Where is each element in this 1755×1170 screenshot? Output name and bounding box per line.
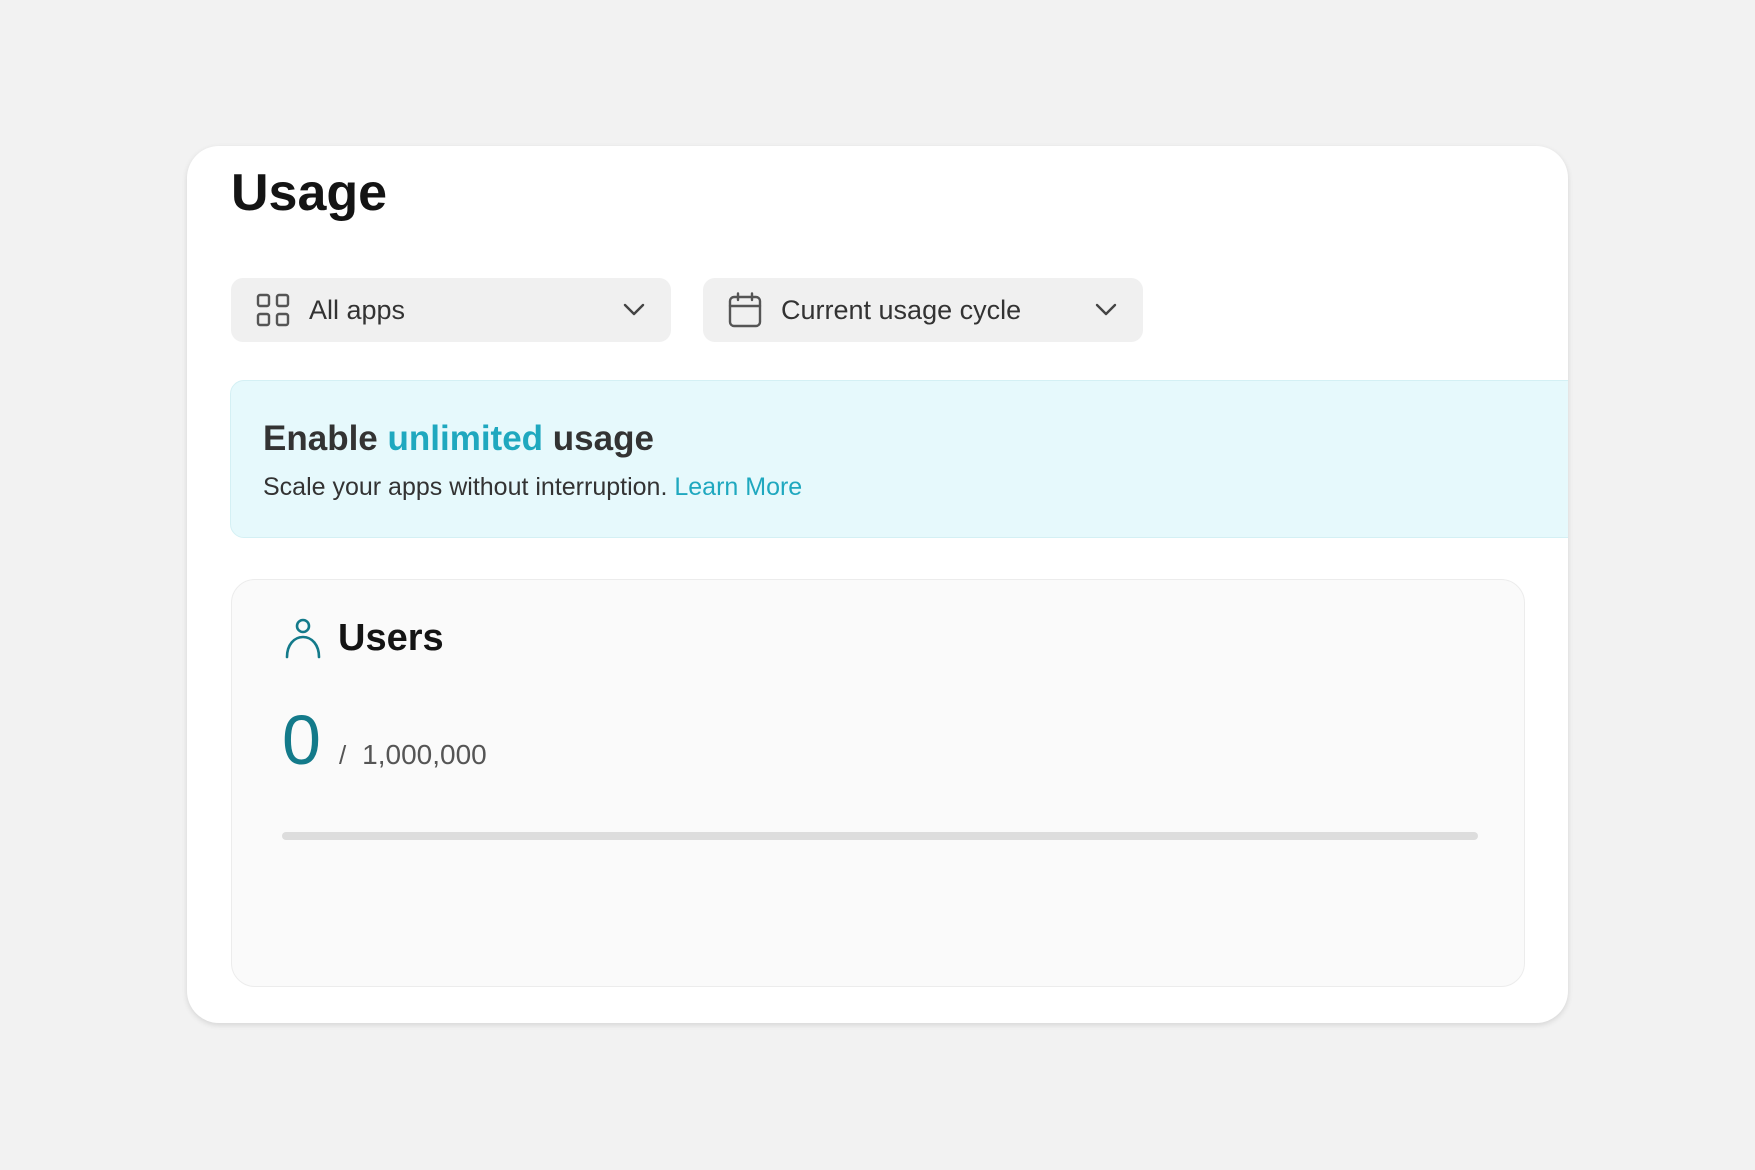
users-limit: 1,000,000 (362, 739, 487, 770)
banner-heading-prefix: Enable (263, 419, 378, 458)
user-icon (284, 616, 324, 660)
users-current-count: 0 (282, 701, 321, 779)
apps-filter-label: All apps (309, 294, 406, 325)
banner-heading-suffix: usage (552, 419, 654, 458)
banner-text: Scale your apps without interruption. Le… (263, 473, 802, 502)
unlimited-usage-banner: Enable unlimited usage Scale your apps w… (230, 380, 1568, 538)
users-usage-panel: Users 0 / 1,000,000 (231, 579, 1525, 987)
usage-cycle-dropdown[interactable]: Current usage cycle (703, 278, 1143, 342)
chevron-down-icon (1093, 297, 1119, 323)
apps-filter-dropdown[interactable]: All apps (231, 278, 671, 342)
usage-cycle-label: Current usage cycle (781, 294, 1022, 325)
users-progress-bar (282, 832, 1478, 840)
usage-separator: / (338, 740, 347, 770)
chevron-down-icon (621, 297, 647, 323)
users-title: Users (338, 616, 444, 659)
banner-heading: Enable unlimited usage (263, 419, 654, 459)
page-title: Usage (231, 164, 388, 222)
calendar-icon (727, 292, 763, 328)
users-panel-header: Users (284, 616, 444, 660)
learn-more-link[interactable]: Learn More (674, 473, 802, 501)
banner-heading-accent: unlimited (387, 419, 544, 458)
grid-icon (255, 292, 291, 328)
banner-description: Scale your apps without interruption. (263, 473, 668, 501)
usage-card: Usage All apps Current usage cycle Enabl… (187, 146, 1568, 1023)
users-usage-value: 0 / 1,000,000 (282, 700, 487, 780)
